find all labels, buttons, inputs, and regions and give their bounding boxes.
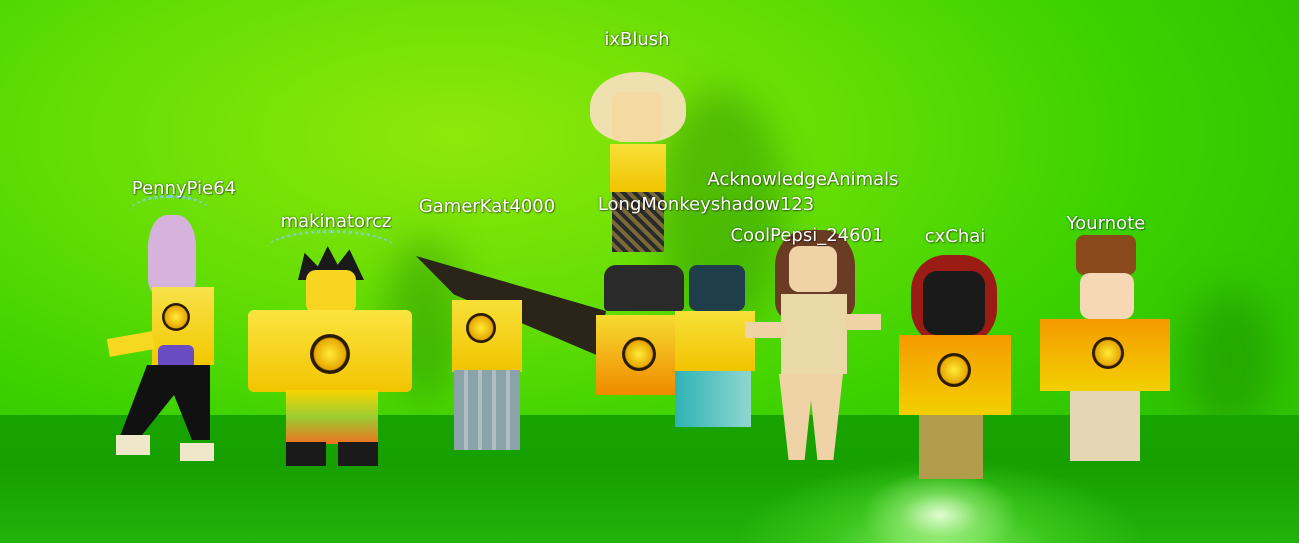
avatar-legs (779, 374, 843, 460)
avatar-head (1080, 273, 1134, 319)
avatar-torso (781, 294, 847, 374)
player-nametag: CoolPepsi_24601 (730, 225, 884, 246)
zen-squad-logo-icon (310, 334, 350, 374)
player-nametag: Yournote (1066, 213, 1146, 234)
player-nametag: makinatorcz (280, 211, 392, 232)
avatar-shadow (1185, 290, 1275, 430)
avatar-torso (675, 311, 755, 371)
avatar-hat (1076, 235, 1136, 275)
avatar-legs (919, 415, 983, 479)
player-nametag: ixBlush (604, 29, 670, 50)
avatar-torso (610, 144, 666, 192)
avatar-pennypie64[interactable] (100, 195, 230, 470)
avatar-makinatorcz[interactable] (246, 230, 416, 470)
avatar-head (789, 246, 837, 292)
player-nametag: AcknowledgeAnimals (707, 169, 899, 190)
avatar-arm (745, 322, 785, 338)
player-nametag: LongMonkeyshadow123 (597, 194, 815, 215)
avatar-shoe (286, 442, 326, 466)
avatar-legs (454, 370, 520, 450)
avatar-legs (1070, 391, 1140, 461)
avatar-arm (106, 331, 156, 357)
zen-squad-logo-icon (162, 303, 190, 331)
avatar-coolpepsi[interactable] (745, 230, 885, 470)
avatar-arm (845, 314, 881, 330)
avatar-head (612, 92, 662, 142)
avatar-shoe (338, 442, 378, 466)
avatar-legs (286, 390, 378, 444)
avatar-cxchai[interactable] (895, 245, 1015, 485)
avatar-head (689, 265, 745, 311)
zen-squad-logo-icon (1092, 337, 1124, 369)
avatar-shoe (116, 435, 150, 455)
avatar-yournote[interactable] (1040, 235, 1170, 465)
player-nametag: GamerKat4000 (418, 196, 556, 217)
zen-squad-logo-icon (466, 313, 496, 343)
game-viewport[interactable]: PennyPie64 makinatorcz GamerKat4000 ixBl… (0, 0, 1299, 543)
avatar-head (306, 270, 356, 314)
avatar-legs (675, 371, 751, 427)
zen-squad-logo-icon (937, 353, 971, 387)
player-nametag: PennyPie64 (131, 178, 237, 199)
avatar-antlers (130, 195, 210, 228)
avatar-legs (120, 365, 210, 440)
zen-squad-logo-icon (622, 337, 656, 371)
player-nametag: cxChai (924, 226, 986, 247)
avatar-head (923, 271, 985, 335)
avatar-shoe (180, 443, 214, 461)
